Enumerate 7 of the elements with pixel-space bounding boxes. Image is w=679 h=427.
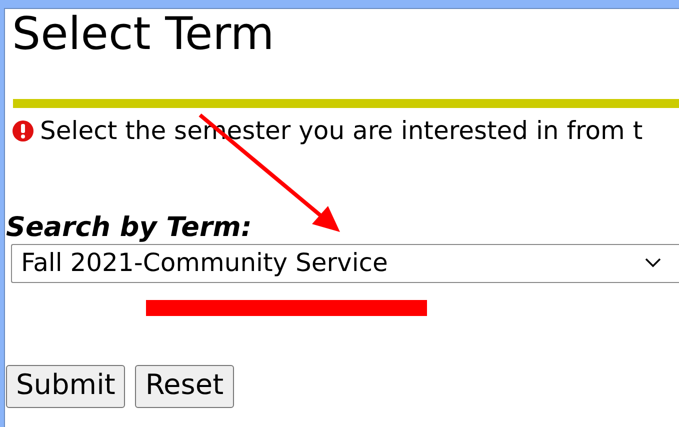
search-label: Search by Term: <box>6 212 253 243</box>
error-icon <box>12 120 34 142</box>
form-button[interactable]: Submit <box>6 364 126 408</box>
term-dropdown[interactable]: Fall 2021-Community Service <box>11 244 679 283</box>
page-title: Select Term <box>12 9 276 58</box>
chevron-down-icon <box>645 258 661 268</box>
form-button[interactable]: Reset <box>135 364 234 408</box>
